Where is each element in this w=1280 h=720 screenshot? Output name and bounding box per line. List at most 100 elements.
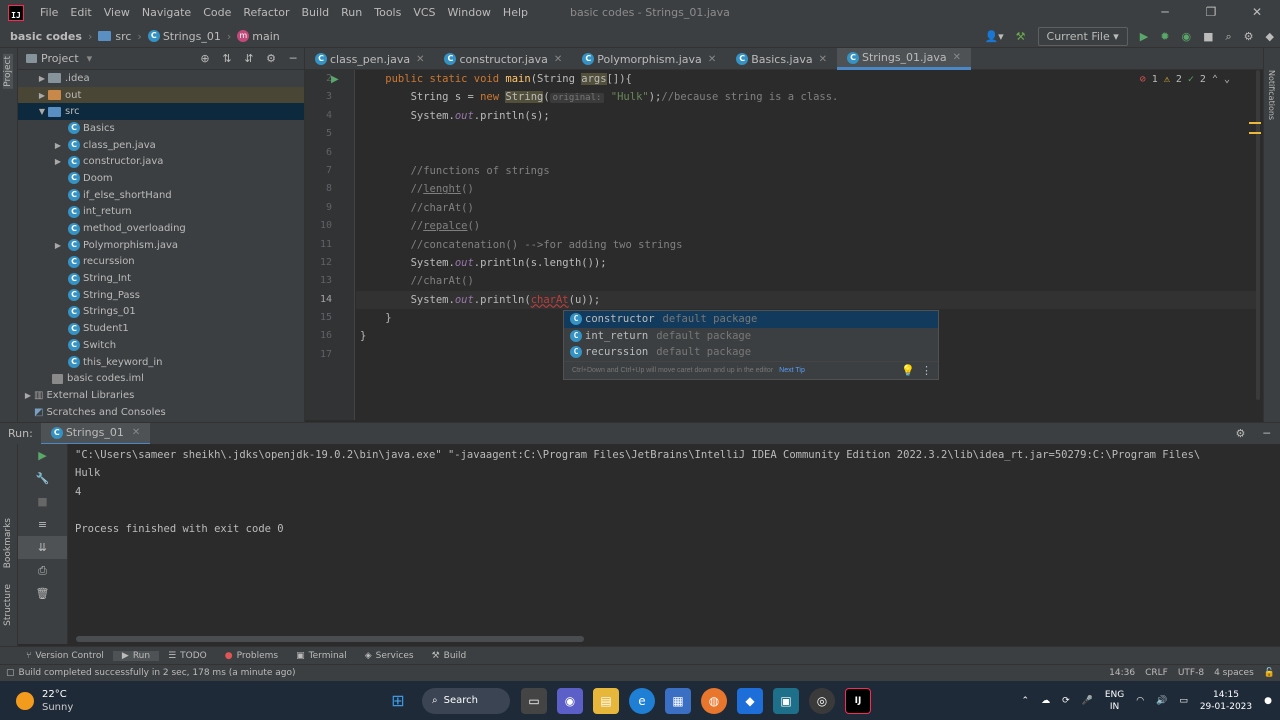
project-view-select[interactable]: Project [41,52,79,65]
trash-icon[interactable]: 🗑 [18,582,67,605]
more-icon[interactable]: ⋮ [921,364,938,377]
tab-constructor[interactable]: Cconstructor.java ✕ [434,48,572,70]
menu-help[interactable]: Help [497,6,534,19]
tab-run[interactable]: ▶ Run [112,650,160,661]
chat-icon[interactable]: ◉ [557,687,583,714]
tree-item-strings-01[interactable]: C Strings_01 [18,304,304,321]
clock[interactable]: 14:15 29-01-2023 [1194,689,1258,713]
dropbox-icon[interactable]: ◆ [737,687,763,714]
tree-item-out[interactable]: ▶ out [18,86,304,104]
structure-tool-button[interactable]: Structure [3,584,13,626]
console-horizontal-scrollbar[interactable] [76,636,584,642]
collapse-all-icon[interactable]: ⇵ [238,52,260,65]
close-icon[interactable]: ✕ [819,54,827,65]
tab-class-pen[interactable]: Cclass_pen.java ✕ [305,48,434,70]
file-encoding[interactable]: UTF-8 [1173,668,1209,678]
tree-item-if-else[interactable]: Cif_else_shortHand [18,187,304,204]
app-icon[interactable]: ▣ [773,687,799,714]
breadcrumb-folder[interactable]: src [94,30,135,43]
battery-icon[interactable]: ▭ [1173,695,1194,707]
tree-item-scratches[interactable]: ◩ Scratches and Consoles [18,404,304,421]
tab-strings-01[interactable]: C Strings_01.java ✕ [837,48,971,70]
tree-item-this-keyword[interactable]: Cthis_keyword_in [18,354,304,371]
weather-widget[interactable]: 22°C Sunny [0,688,380,714]
indent-setting[interactable]: 4 spaces [1209,668,1259,678]
tree-item-string-pass[interactable]: C String_Pass [18,287,304,304]
restore-icon[interactable]: ❐ [1188,0,1234,25]
firefox-icon[interactable]: ◍ [701,687,727,714]
menu-file[interactable]: File [34,6,64,19]
rerun-icon[interactable]: ▶ [18,444,67,467]
run-tab[interactable]: C Strings_01 ✕ [40,422,151,445]
chevron-right-icon[interactable]: ▶ [52,141,64,150]
hide-icon[interactable]: ─ [282,52,304,65]
coverage-icon[interactable]: ◉ [1175,30,1197,43]
tree-item-string-int[interactable]: C String_Int [18,270,304,287]
menu-refactor[interactable]: Refactor [237,6,295,19]
completion-item[interactable]: Cconstructor default package [564,311,938,328]
intellij-logo-icon[interactable]: IJ [8,4,24,21]
run-gutter-icon[interactable]: ▶ [331,74,339,85]
chevron-right-icon[interactable]: ▶ [36,91,48,100]
hide-icon[interactable]: ─ [1253,427,1280,440]
expand-all-icon[interactable]: ⇅ [216,52,238,65]
chevron-up-icon[interactable]: ⌃ [1212,74,1218,85]
locate-icon[interactable]: ⊕ [194,52,216,65]
scroll-to-end-icon[interactable]: ⇊ [18,536,67,559]
chevron-down-icon[interactable]: ⌄ [1224,74,1230,85]
minimize-icon[interactable]: ─ [1142,0,1188,25]
warning-marker[interactable] [1249,122,1261,124]
run-icon[interactable]: ▶ [1134,30,1154,43]
hammer-build-icon[interactable]: ⚒ [1010,30,1032,43]
tree-item-basics[interactable]: C Basics [18,120,304,137]
tab-build[interactable]: ⚒ Build [423,651,476,661]
print-icon[interactable]: ⎙ [18,559,67,582]
completion-item[interactable]: Cint_return default package [564,328,938,345]
chrome-icon[interactable]: ◎ [809,687,835,714]
tab-todo[interactable]: ☰ TODO [159,651,216,661]
tab-polymorphism[interactable]: C Polymorphism.java ✕ [572,48,726,70]
console-output[interactable]: "C:\Users\sameer sheikh\.jdks\openjdk-19… [68,444,1280,644]
menu-view[interactable]: View [98,6,136,19]
menu-edit[interactable]: Edit [64,6,97,19]
volume-icon[interactable]: 🔊 [1150,695,1173,707]
close-icon[interactable]: ✕ [953,52,961,63]
chevron-up-icon[interactable]: ⌃ [1016,695,1036,707]
close-icon[interactable]: ✕ [132,427,140,438]
completion-item[interactable]: Crecurssion default package [564,344,938,361]
file-explorer-icon[interactable]: ▤ [593,687,619,714]
ide-logo-icon[interactable]: ◆ [1260,30,1280,43]
warning-marker[interactable] [1249,132,1261,134]
bookmarks-tool-button[interactable]: Bookmarks [3,518,13,568]
tree-item-method-overloading[interactable]: Cmethod_overloading [18,220,304,237]
stop-icon[interactable]: ■ [18,490,67,513]
chevron-right-icon[interactable]: ▶ [52,241,64,250]
menu-code[interactable]: Code [197,6,237,19]
chevron-down-icon[interactable]: ▼ [36,107,48,116]
tree-item-iml[interactable]: basic codes.iml [18,370,304,387]
cloud-icon[interactable]: ☁ [1035,695,1056,707]
chevron-down-icon[interactable]: ▾ [87,52,93,65]
close-icon[interactable]: ✕ [1234,0,1280,25]
breadcrumb-project[interactable]: basic codes [0,30,86,43]
language-indicator[interactable]: ENG IN [1099,689,1130,713]
soft-wrap-icon[interactable]: ≡ [18,513,67,536]
breadcrumb-file[interactable]: C Strings_01 [144,30,225,43]
tree-item-class-pen[interactable]: ▶ Cclass_pen.java [18,137,304,154]
intellij-taskbar-icon[interactable]: IJ [845,687,871,714]
tree-item-constructor[interactable]: ▶ Cconstructor.java [18,153,304,170]
menu-vcs[interactable]: VCS [407,6,441,19]
windows-start-icon[interactable]: ⊞ [385,688,411,714]
tree-item-src[interactable]: ▼ src [18,103,304,121]
gear-icon[interactable]: ⚙ [260,52,282,65]
tree-item-switch[interactable]: C Switch [18,337,304,354]
tab-terminal[interactable]: ▣ Terminal [287,651,356,661]
lock-icon[interactable]: 🔓 [1259,668,1280,678]
menu-build[interactable]: Build [296,6,336,19]
taskbar-search[interactable]: ⌕ Search [422,687,510,714]
caret-position[interactable]: 14:36 [1104,668,1140,678]
chevron-right-icon[interactable]: ▶ [36,74,48,83]
tab-services[interactable]: ◈ Services [356,651,423,661]
tree-item-recurssion[interactable]: Crecurssion [18,254,304,271]
menu-tools[interactable]: Tools [368,6,407,19]
